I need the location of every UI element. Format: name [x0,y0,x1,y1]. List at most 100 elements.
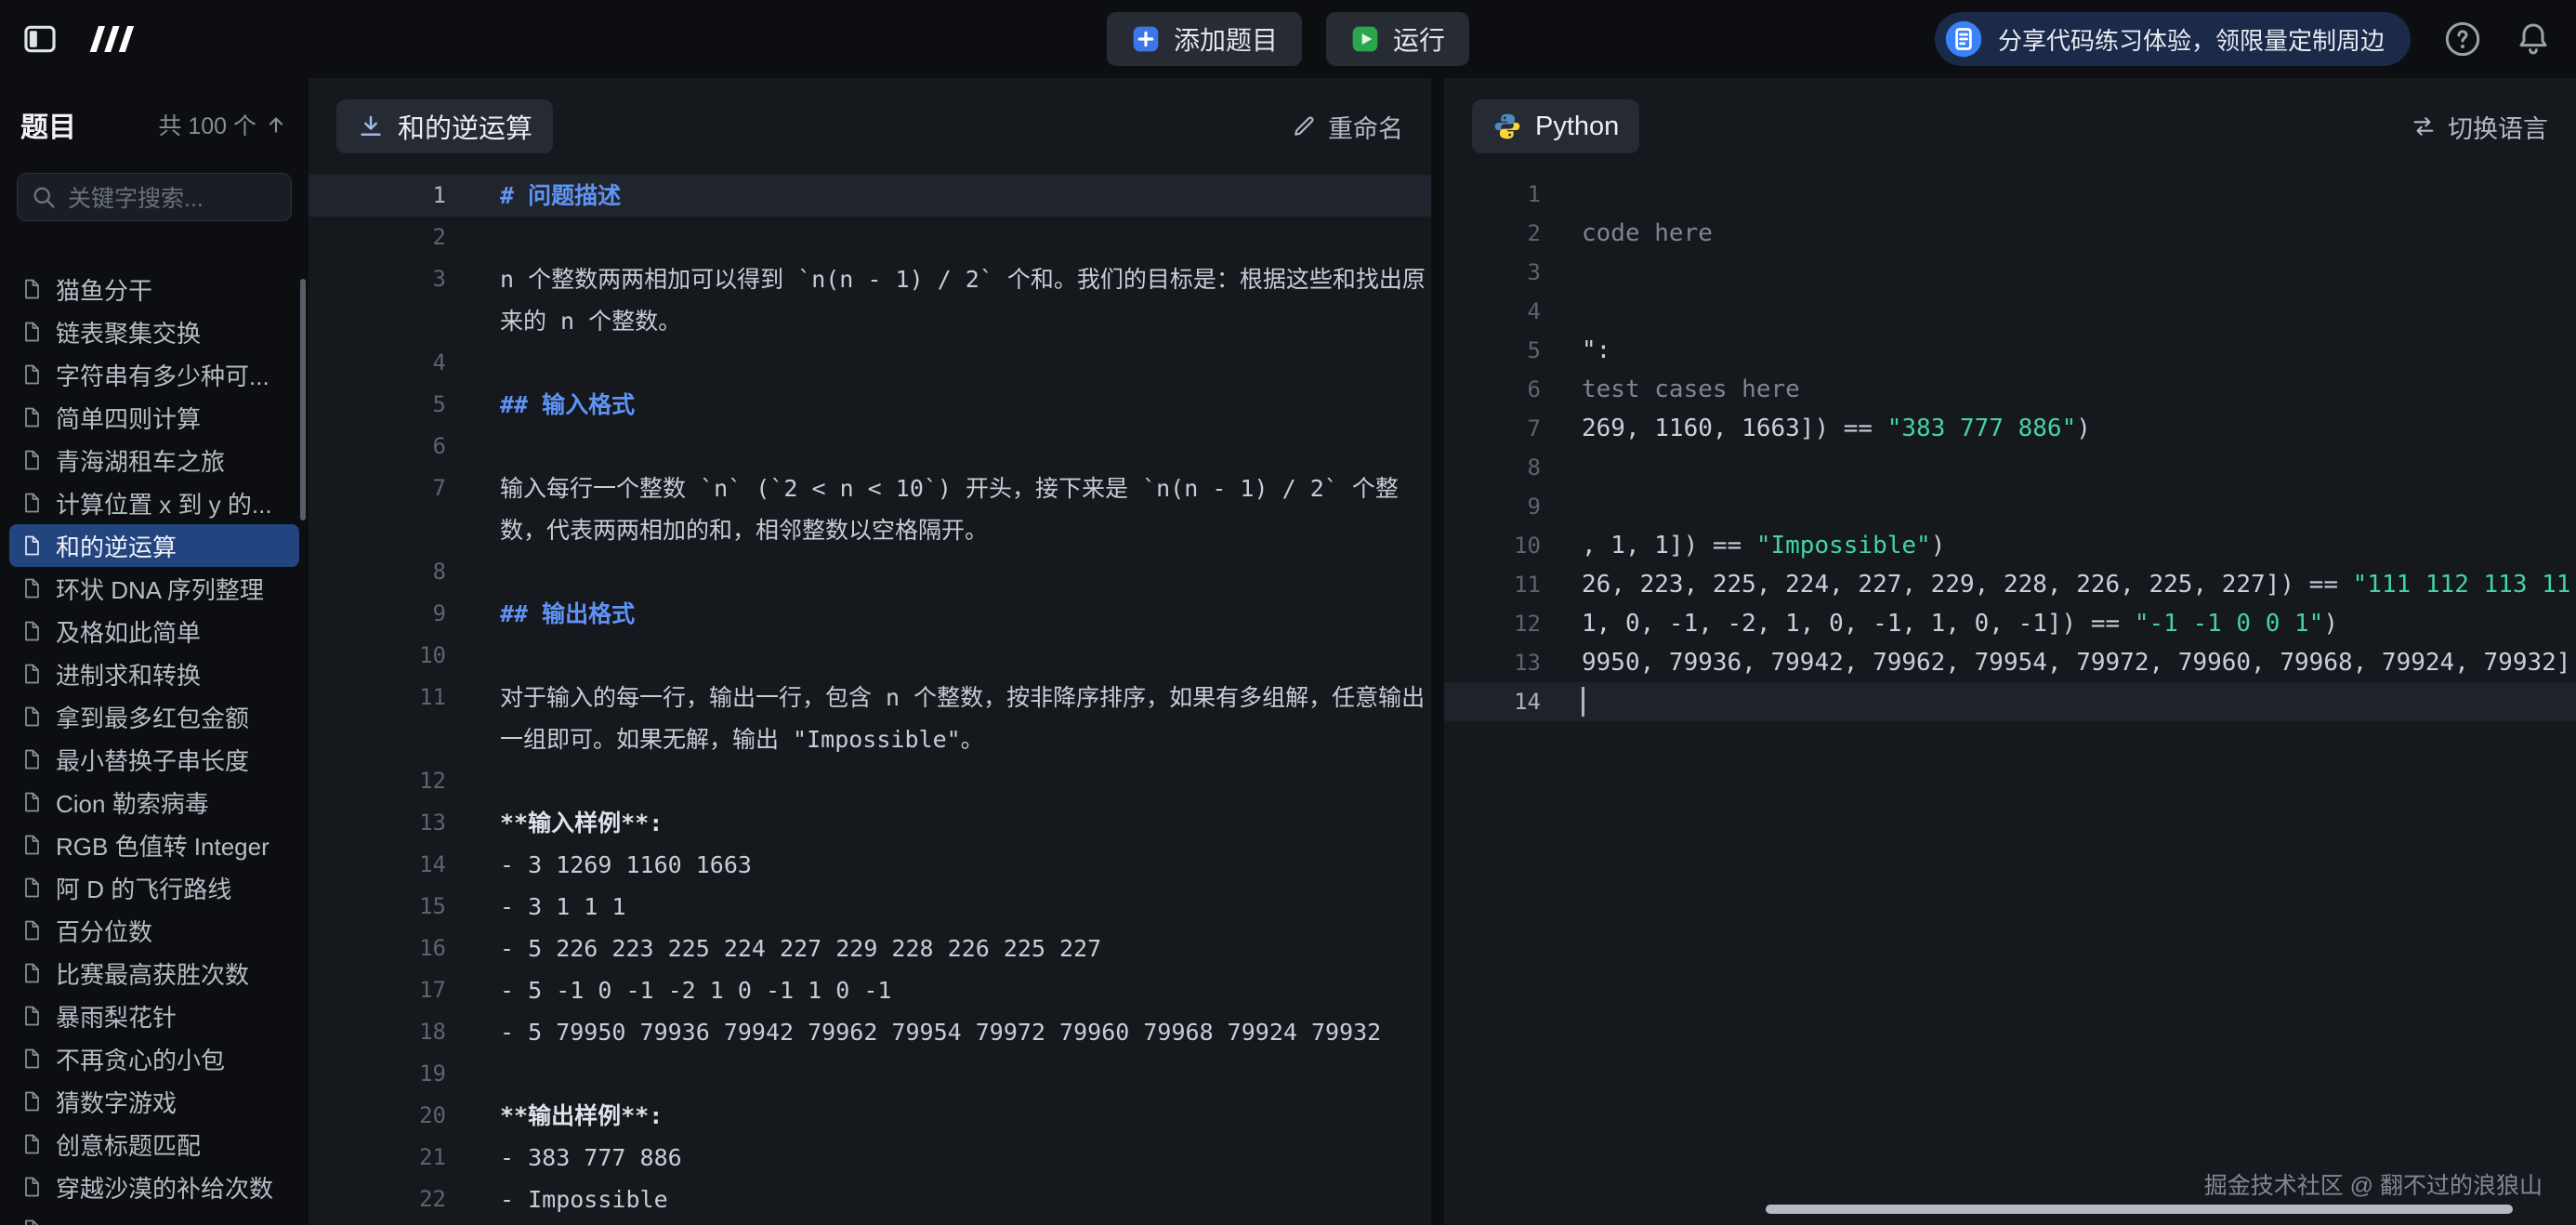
code-line[interactable]: 2code here [1444,214,2576,253]
problem-count[interactable]: 共 100 个 [158,108,288,141]
notifications-bell-icon[interactable] [2515,20,2552,58]
sidebar-title: 题目 [20,104,76,145]
sidebar-item[interactable]: 阿 D 的飞行路线 [9,866,299,909]
code-line[interactable]: 7269, 1160, 1663]) == "383 777 886") [1444,409,2576,448]
markdown-line[interactable]: 11对于输入的每一行，输出一行，包含 n 个整数，按非降序排序，如果有多组解，任… [309,677,1431,760]
markdown-line[interactable]: 1# 问题描述 [309,175,1431,217]
code-line[interactable]: 4 [1444,292,2576,331]
sidebar-scrollbar[interactable] [300,279,306,520]
line-number: 6 [335,426,446,468]
promo-banner[interactable]: 分享代码练习体验，领限量定制周边 [1935,12,2411,66]
document-icon [20,278,43,300]
document-icon [20,321,43,343]
switch-language-button[interactable]: 切换语言 [2411,109,2548,145]
sidebar-item[interactable]: 青海湖租车之旅 [9,439,299,481]
markdown-line[interactable]: 14- 3 1269 1160 1663 [309,844,1431,886]
line-content: 26, 223, 225, 224, 227, 229, 228, 226, 2… [1582,571,2576,599]
document-icon [20,492,43,514]
sidebar-item[interactable]: 进制求和转换 [9,652,299,695]
markdown-line[interactable]: 9## 输出格式 [309,593,1431,635]
sidebar-item[interactable]: 猜数字游戏 [9,1080,299,1123]
line-number: 13 [1470,650,1541,676]
sidebar-item[interactable]: 穿越沙漠的补给次数 [9,1166,299,1208]
code-line[interactable]: 8 [1444,448,2576,487]
sidebar-item[interactable]: 比赛最高获胜次数 [9,952,299,994]
sidebar-item-label: 最小替换子串长度 [56,743,249,777]
line-number: 4 [1470,298,1541,324]
markdown-line[interactable]: 17- 5 -1 0 -1 -2 1 0 -1 1 0 -1 [309,969,1431,1011]
sidebar-item[interactable]: 环状 DNA 序列整理 [9,567,299,610]
code-line[interactable]: 121, 0, -1, -2, 1, 0, -1, 1, 0, -1]) == … [1444,604,2576,643]
code-line[interactable]: 14 [1444,682,2576,721]
code-line[interactable]: 10, 1, 1]) == "Impossible") [1444,526,2576,565]
sidebar-item[interactable]: RGB 色值转 Integer [9,823,299,866]
search-input[interactable]: 关键字搜索... [17,173,292,221]
markdown-line[interactable]: 16- 5 226 223 225 224 227 229 228 226 22… [309,928,1431,969]
play-icon [1350,24,1380,54]
sidebar-item[interactable]: 计算位置 x 到 y 的... [9,481,299,524]
markdown-line[interactable]: 2 [309,217,1431,258]
markdown-line[interactable]: 3n 个整数两两相加可以得到 `n(n - 1) / 2` 个和。我们的目标是：… [309,258,1431,342]
sidebar-item[interactable]: 及格如此简单 [9,610,299,652]
sidebar-item[interactable] [9,1208,299,1225]
markdown-line[interactable]: 22- Impossible [309,1179,1431,1220]
code-line[interactable]: 3 [1444,253,2576,292]
horizontal-scrollbar[interactable] [1766,1205,2513,1214]
markdown-line[interactable]: 8 [309,551,1431,593]
document-icon [20,534,43,557]
sidebar-item[interactable]: 最小替换子串长度 [9,738,299,781]
language-chip[interactable]: Python [1472,99,1639,153]
code-line[interactable]: 6test cases here [1444,370,2576,409]
code-line[interactable]: 5": [1444,331,2576,370]
juejin-logo-icon[interactable] [85,20,138,58]
sidebar-item[interactable]: 字符串有多少种可... [9,353,299,396]
code-panel-header: Python 切换语言 [1444,78,2576,175]
sidebar-item[interactable]: 猫鱼分干 [9,268,299,310]
line-number: 20 [335,1095,446,1137]
sidebar-item[interactable]: Cion 勒索病毒 [9,781,299,823]
rename-button[interactable]: 重命名 [1291,109,1403,145]
sidebar-item[interactable]: 简单四则计算 [9,396,299,439]
markdown-line[interactable]: 4 [309,342,1431,384]
markdown-line[interactable]: 18- 5 79950 79936 79942 79962 79954 7997… [309,1011,1431,1053]
code-line[interactable]: 1 [1444,175,2576,214]
sidebar-header: 题目 共 100 个 [0,78,309,160]
sidebar-item-label: Cion 勒索病毒 [56,785,209,820]
markdown-line[interactable]: 20**输出样例**: [309,1095,1431,1137]
markdown-line[interactable]: 13**输入样例**: [309,802,1431,844]
markdown-line[interactable]: 7输入每行一个整数 `n` (`2 < n < 10`) 开头，接下来是 `n(… [309,468,1431,551]
line-number: 7 [1470,415,1541,441]
markdown-line[interactable]: 19 [309,1053,1431,1095]
line-number: 18 [335,1011,446,1053]
help-icon[interactable] [2444,20,2481,58]
document-icon [20,1047,43,1070]
sidebar-item[interactable]: 不再贪心的小包 [9,1037,299,1080]
markdown-line[interactable]: 15- 3 1 1 1 [309,886,1431,928]
code-editor[interactable]: 12code here3 4 5":6test cases here7269, 11… [1444,175,2576,1225]
problem-count-label: 共 100 个 [158,108,256,141]
sidebar-item[interactable]: 拿到最多红包金额 [9,695,299,738]
markdown-line[interactable]: 21- 383 777 886 [309,1137,1431,1179]
code-line[interactable]: 9 [1444,487,2576,526]
sidebar-item[interactable]: 和的逆运算 [9,524,299,567]
sidebar-item[interactable]: 暴雨梨花针 [9,994,299,1037]
document-icon [20,791,43,813]
add-problem-button[interactable]: 添加题目 [1107,12,1302,66]
line-number: 15 [335,886,446,928]
run-button[interactable]: 运行 [1326,12,1469,66]
sidebar-item[interactable]: 创意标题匹配 [9,1123,299,1166]
markdown-line[interactable]: 10 [309,635,1431,677]
code-line[interactable]: 1126, 223, 225, 224, 227, 229, 228, 226,… [1444,565,2576,604]
line-content: - 5 -1 0 -1 -2 1 0 -1 1 0 -1 [500,969,891,1011]
markdown-editor[interactable]: 1# 问题描述23n 个整数两两相加可以得到 `n(n - 1) / 2` 个和… [309,175,1431,1225]
sidebar-toggle-icon[interactable] [22,21,58,57]
sidebar-item[interactable]: 链表聚集交换 [9,310,299,353]
problem-title-chip[interactable]: 和的逆运算 [336,99,553,153]
markdown-line[interactable]: 5## 输入格式 [309,384,1431,426]
sidebar-item[interactable]: 百分位数 [9,909,299,952]
problem-title: 和的逆运算 [398,107,532,146]
markdown-line[interactable]: 6 [309,426,1431,468]
markdown-line[interactable]: 12 [309,760,1431,802]
python-logo-icon [1492,112,1522,141]
code-line[interactable]: 139950, 79936, 79942, 79962, 79954, 7997… [1444,643,2576,682]
